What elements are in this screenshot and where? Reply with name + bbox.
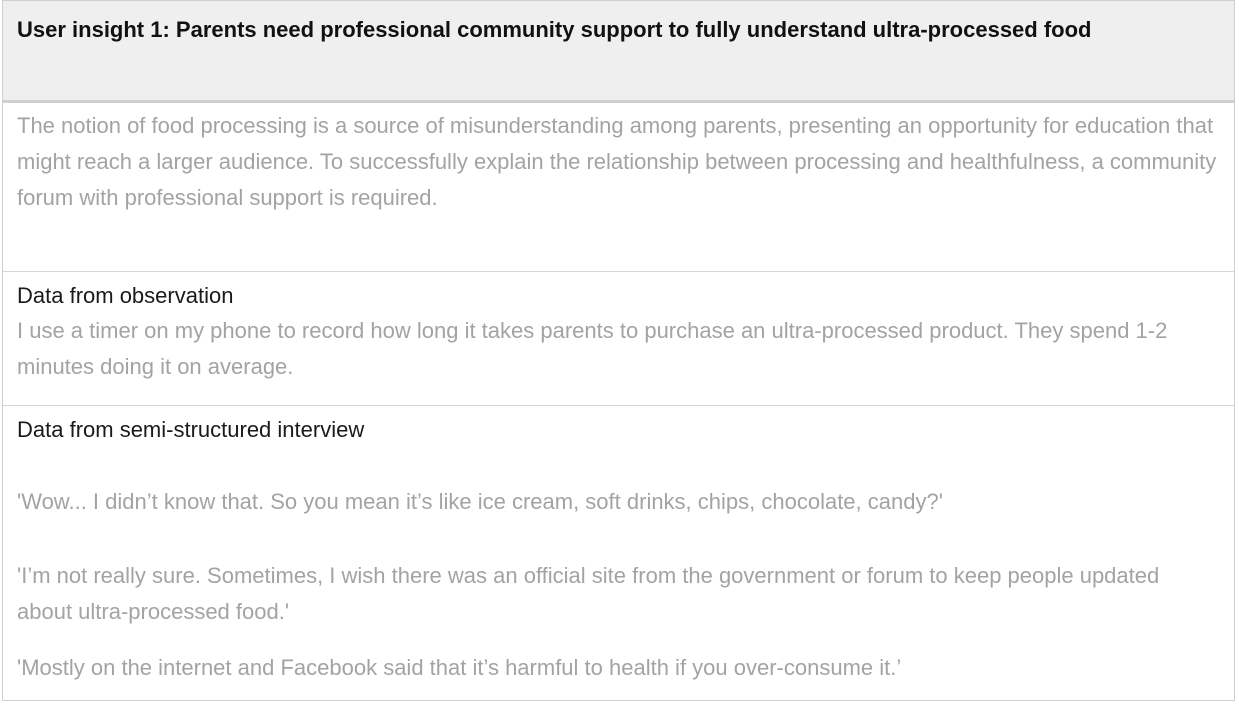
interview-quote: 'Mostly on the internet and Facebook sai… bbox=[17, 655, 902, 680]
observation-section: Data from observation I use a timer on m… bbox=[3, 272, 1234, 406]
observation-label: Data from observation bbox=[17, 283, 234, 308]
insight-summary-text: The notion of food processing is a sourc… bbox=[17, 113, 1217, 210]
observation-text: I use a timer on my phone to record how … bbox=[17, 318, 1168, 379]
insight-header: User insight 1: Parents need professiona… bbox=[3, 1, 1234, 103]
insight-title: User insight 1: Parents need professiona… bbox=[17, 17, 1092, 42]
interview-quote: 'I’m not really sure. Sometimes, I wish … bbox=[17, 563, 1160, 624]
interview-quote: 'Wow... I didn’t know that. So you mean … bbox=[17, 489, 943, 514]
interview-section: Data from semi-structured interview 'Wow… bbox=[3, 406, 1234, 702]
insight-summary-section: The notion of food processing is a sourc… bbox=[3, 103, 1234, 272]
interview-label: Data from semi-structured interview bbox=[17, 417, 365, 442]
user-insight-card: User insight 1: Parents need professiona… bbox=[2, 0, 1235, 701]
